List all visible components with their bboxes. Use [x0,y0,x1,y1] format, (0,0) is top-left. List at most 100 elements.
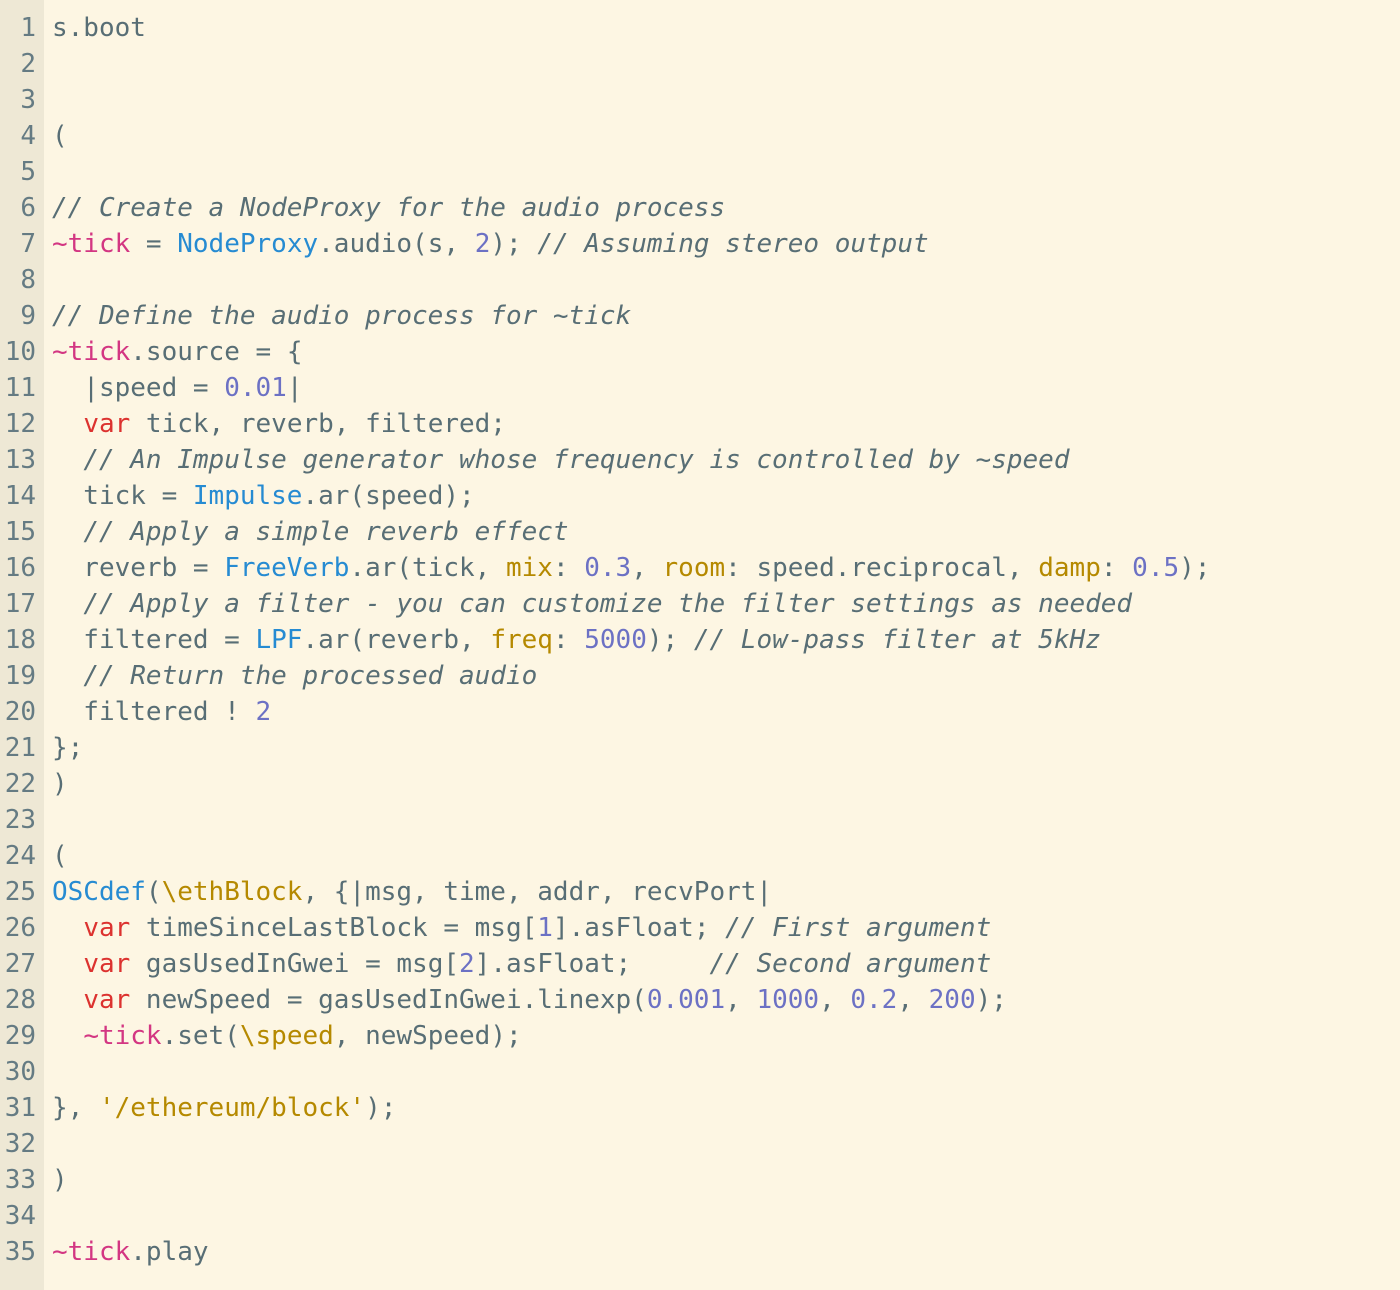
line-number: 25 [4,877,36,907]
code-line[interactable]: 30 [0,1054,1400,1090]
code-text[interactable]: var gasUsedInGwei = msg[2].asFloat; // S… [44,946,1400,982]
code-line[interactable]: 2 [0,46,1400,82]
code-line[interactable]: 5 [0,154,1400,190]
code-text[interactable]: ( [44,118,1400,154]
token: newSpeed = gasUsedInGwei.linexp( [130,985,647,1015]
code-text[interactable]: s.boot [44,10,1400,46]
code-line[interactable]: 15 // Apply a simple reverb effect [0,514,1400,550]
code-line[interactable]: 18 filtered = LPF.ar(reverb, freq: 5000)… [0,622,1400,658]
code-text[interactable]: }, '/ethereum/block'); [44,1090,1400,1126]
code-text[interactable]: |speed = 0.01| [44,370,1400,406]
code-text[interactable]: reverb = FreeVerb.ar(tick, mix: 0.3, roo… [44,550,1400,586]
code-line[interactable]: 25 OSCdef(\ethBlock, {|msg, time, addr, r… [0,874,1400,910]
code-line[interactable]: 31 }, '/ethereum/block'); [0,1090,1400,1126]
code-text[interactable]: // Define the audio process for ~tick [44,298,1400,334]
code-text[interactable]: ~tick = NodeProxy.audio(s, 2); // Assumi… [44,226,1400,262]
code-line[interactable]: 24 ( [0,838,1400,874]
code-line[interactable]: 26 var timeSinceLastBlock = msg[1].asFlo… [0,910,1400,946]
line-number: 29 [4,1021,36,1051]
code-text[interactable] [44,154,1400,190]
code-text[interactable]: ) [44,766,1400,802]
token-sym: room [662,553,726,583]
code-text[interactable]: ( [44,838,1400,874]
code-text[interactable]: ~tick.source = { [44,334,1400,370]
code-line[interactable]: 9 // Define the audio process for ~tick [0,298,1400,334]
code-text[interactable]: tick = Impulse.ar(speed); [44,478,1400,514]
code-line[interactable]: 28 var newSpeed = gasUsedInGwei.linexp(0… [0,982,1400,1018]
code-editor[interactable]: 1 s.boot 2 3 4(5 6// Create a NodeProxy for t… [0,0,1400,1290]
code-line[interactable]: 32 [0,1126,1400,1162]
code-text[interactable]: filtered = LPF.ar(reverb, freq: 5000); /… [44,622,1400,658]
code-text[interactable]: ~tick.set(\speed, newSpeed); [44,1018,1400,1054]
code-text[interactable]: // Apply a simple reverb effect [44,514,1400,550]
code-text[interactable] [44,1126,1400,1162]
code-line[interactable]: 34 [0,1198,1400,1234]
token-sym: \ethBlock [161,877,303,907]
token: : [552,553,585,583]
line-number: 20 [4,697,36,727]
line-number: 24 [4,841,36,871]
line-number: 14 [4,481,36,511]
code-text[interactable]: // An Impulse generator whose frequency … [44,442,1400,478]
code-text[interactable] [44,1198,1400,1234]
code-text[interactable] [44,46,1400,82]
code-text[interactable]: // Create a NodeProxy for the audio proc… [44,190,1400,226]
code-lines[interactable]: 1 s.boot 2 3 4(5 6// Create a NodeProxy for t… [0,10,1400,1270]
line-number: 35 [4,1237,36,1267]
code-text[interactable]: ~tick.play [44,1234,1400,1270]
code-text[interactable]: var timeSinceLastBlock = msg[1].asFloat;… [44,910,1400,946]
code-line[interactable]: 17 // Apply a filter - you can customize… [0,586,1400,622]
code-text[interactable]: // Apply a filter - you can customize th… [44,586,1400,622]
code-line[interactable]: 35 ~tick.play [0,1234,1400,1270]
code-line[interactable]: 21}; [0,730,1400,766]
code-text[interactable]: filtered ! 2 [44,694,1400,730]
code-text[interactable]: }; [44,730,1400,766]
line-number: 11 [4,373,36,403]
code-line[interactable]: 7 ~tick = NodeProxy.audio(s, 2); // Assum… [0,226,1400,262]
line-number: 7 [20,229,36,259]
token-num: 5000 [584,625,647,655]
code-line[interactable]: 1 s.boot [0,10,1400,46]
token-comment: // Apply a simple reverb effect [83,517,569,547]
line-number: 4 [20,121,36,151]
code-text[interactable]: OSCdef(\ethBlock, {|msg, time, addr, rec… [44,874,1400,910]
code-text[interactable] [44,1054,1400,1090]
code-line[interactable]: 20 filtered ! 2 [0,694,1400,730]
code-line[interactable]: 11 |speed = 0.01| [0,370,1400,406]
code-line[interactable]: 14 tick = Impulse.ar(speed); [0,478,1400,514]
token-kw: var [83,913,131,943]
line-number: 1 [20,13,36,43]
token: .ar(tick, [349,553,506,583]
code-text[interactable]: var newSpeed = gasUsedInGwei.linexp(0.00… [44,982,1400,1018]
line-number: 31 [4,1093,36,1123]
code-line[interactable]: 16 reverb = FreeVerb.ar(tick, mix: 0.3, … [0,550,1400,586]
code-line[interactable]: 13 // An Impulse generator whose frequen… [0,442,1400,478]
code-line[interactable]: 12 var tick, reverb, filtered; [0,406,1400,442]
token: , [725,985,757,1015]
code-line[interactable]: 29 ~tick.set(\speed, newSpeed); [0,1018,1400,1054]
code-text[interactable]: var tick, reverb, filtered; [44,406,1400,442]
code-line[interactable]: 19 // Return the processed audio [0,658,1400,694]
code-text[interactable]: // Return the processed audio [44,658,1400,694]
code-line[interactable]: 22) [0,766,1400,802]
code-line[interactable]: 33) [0,1162,1400,1198]
token-sym: freq [490,625,553,655]
token: filtered ! [52,697,256,727]
code-text[interactable] [44,262,1400,298]
token: : [552,625,585,655]
code-text[interactable] [44,802,1400,838]
code-line[interactable]: 27 var gasUsedInGwei = msg[2].asFloat; /… [0,946,1400,982]
code-line[interactable]: 4( [0,118,1400,154]
code-line[interactable]: 8 [0,262,1400,298]
token-cls: NodeProxy [177,229,319,259]
code-line[interactable]: 6 // Create a NodeProxy for the audio pro… [0,190,1400,226]
code-text[interactable]: ) [44,1162,1400,1198]
line-number: 10 [4,337,36,367]
code-line[interactable]: 23 [0,802,1400,838]
code-line[interactable]: 3 [0,82,1400,118]
token: .source = { [130,337,303,367]
line-number: 8 [20,265,36,295]
code-line[interactable]: 10 ~tick.source = { [0,334,1400,370]
token: }, [52,1093,99,1123]
code-text[interactable] [44,82,1400,118]
